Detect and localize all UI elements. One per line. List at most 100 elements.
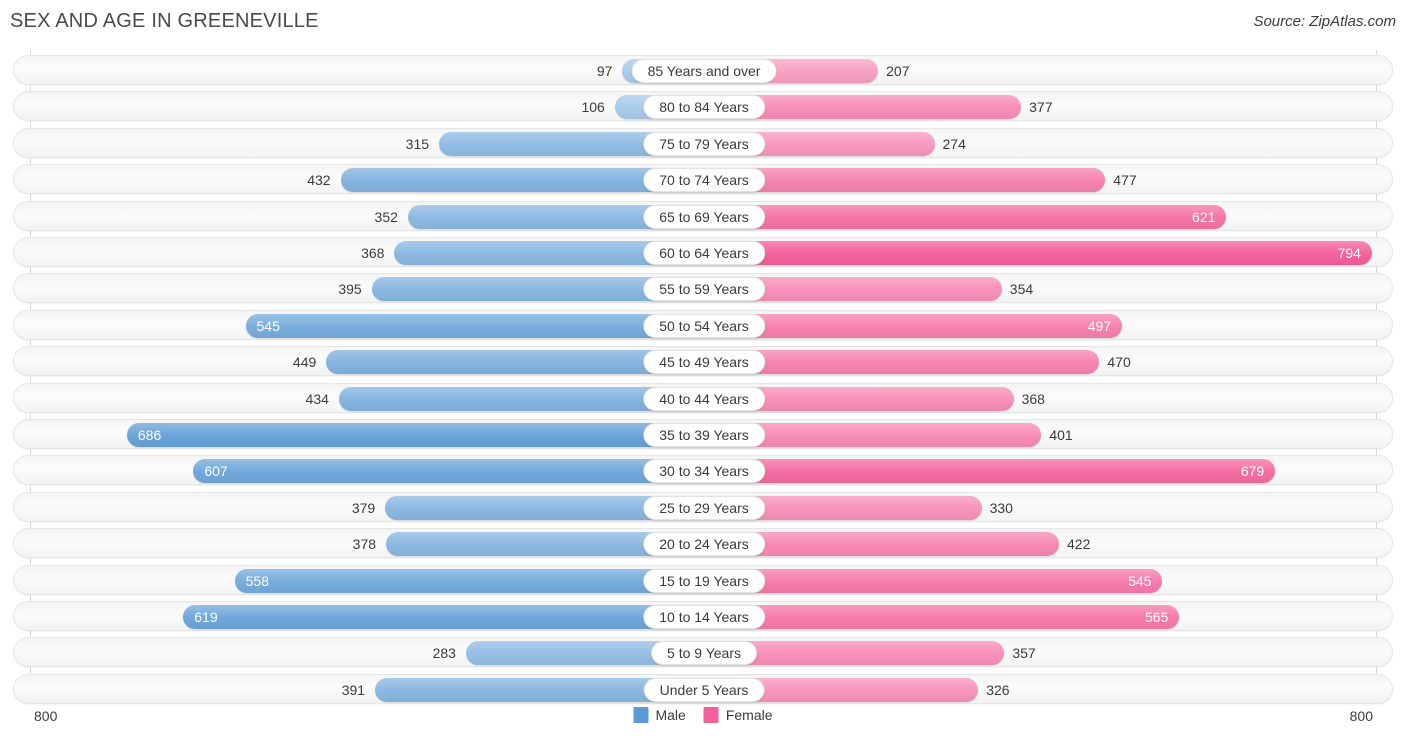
age-group-label: 5 to 9 Years xyxy=(651,641,757,666)
chart-row: 391 326 Under 5 Years xyxy=(13,673,1393,704)
age-group-label: 35 to 39 Years xyxy=(643,423,765,447)
male-value-label: 352 xyxy=(374,208,398,225)
chart-row: 395 354 55 to 59 Years xyxy=(13,273,1393,304)
female-value-label: 274 xyxy=(942,135,966,152)
age-group-label: Under 5 Years xyxy=(643,677,765,702)
female-value-label: 330 xyxy=(989,499,1013,516)
female-value-label: 794 xyxy=(1337,245,1361,261)
male-value-label: 97 xyxy=(596,63,613,79)
row-track: 449 470 45 to 49 Years xyxy=(14,347,1392,375)
age-group-label: 80 to 84 Years xyxy=(643,95,765,120)
male-value-label: 558 xyxy=(245,572,269,589)
female-value-label: 357 xyxy=(1012,645,1036,662)
chart-row: 434 368 40 to 44 Years xyxy=(13,382,1393,413)
female-value-label: 621 xyxy=(1192,208,1216,225)
male-value-label: 686 xyxy=(137,427,162,443)
row-track: 315 274 75 to 79 Years xyxy=(14,129,1392,157)
chart-row: 368 794 60 to 64 Years xyxy=(13,237,1393,267)
female-value-label: 679 xyxy=(1240,463,1265,480)
female-bar[interactable] xyxy=(704,241,1372,265)
age-group-label: 20 to 24 Years xyxy=(643,532,765,557)
chart-row: 379 330 25 to 29 Years xyxy=(13,491,1393,522)
age-group-label: 45 to 49 Years xyxy=(643,350,765,375)
chart-row: 558 545 15 to 19 Years xyxy=(13,564,1393,595)
female-bar[interactable] xyxy=(704,204,1227,229)
male-value-label: 379 xyxy=(351,499,376,516)
age-group-label: 50 to 54 Years xyxy=(643,313,765,338)
female-value-label: 354 xyxy=(1009,281,1034,298)
female-value-label: 326 xyxy=(986,681,1010,698)
male-value-label: 619 xyxy=(194,609,218,625)
age-group-label: 30 to 34 Years xyxy=(643,459,765,484)
chart-row: 106 377 80 to 84 Years xyxy=(13,91,1393,122)
age-group-label: 40 to 44 Years xyxy=(643,386,765,411)
chart-row: 607 679 30 to 34 Years xyxy=(13,455,1393,486)
male-bar[interactable] xyxy=(126,423,704,447)
male-bar[interactable] xyxy=(193,459,704,484)
chart-row: 686 401 35 to 39 Years xyxy=(13,419,1393,449)
male-value-label: 378 xyxy=(352,536,377,553)
chart-row: 97 207 85 Years and over xyxy=(13,55,1393,85)
chart-footer: 800 Male Female 800 xyxy=(0,702,1406,740)
population-pyramid-page: SEX AND AGE IN GREENEVILLE Source: ZipAt… xyxy=(0,0,1406,740)
male-bar[interactable] xyxy=(183,605,704,629)
row-track: 97 207 85 Years and over xyxy=(14,56,1392,84)
legend-item-female[interactable]: Female xyxy=(703,707,773,723)
row-track: 395 354 55 to 59 Years xyxy=(14,274,1392,302)
female-value-label: 377 xyxy=(1029,99,1053,116)
age-group-label: 55 to 59 Years xyxy=(643,277,765,302)
age-group-label: 15 to 19 Years xyxy=(643,568,765,593)
row-track: 545 497 50 to 54 Years xyxy=(14,311,1392,339)
page-title: SEX AND AGE IN GREENEVILLE xyxy=(10,10,319,32)
female-value-label: 422 xyxy=(1067,536,1091,553)
chart-row: 352 621 65 to 69 Years xyxy=(13,200,1393,231)
row-track: 391 326 Under 5 Years xyxy=(14,675,1392,703)
female-bar[interactable] xyxy=(704,459,1276,484)
female-value-label: 565 xyxy=(1144,609,1169,625)
female-color-swatch xyxy=(703,707,719,723)
row-track: 607 679 30 to 34 Years xyxy=(14,456,1392,484)
chart-row: 315 274 75 to 79 Years xyxy=(13,127,1393,158)
row-track: 619 565 10 to 14 Years xyxy=(14,602,1392,630)
row-track: 283 357 5 to 9 Years xyxy=(14,638,1392,666)
axis-max-left: 800 xyxy=(34,708,58,724)
row-track: 686 401 35 to 39 Years xyxy=(14,420,1392,448)
age-group-label: 70 to 74 Years xyxy=(643,168,765,193)
chart-area: 97 207 85 Years and over 106 377 80 to 84 Yea… xyxy=(0,50,1406,704)
male-value-label: 545 xyxy=(256,317,280,334)
female-bar[interactable] xyxy=(704,568,1163,593)
age-group-label: 65 to 69 Years xyxy=(643,204,765,229)
row-track: 378 422 20 to 24 Years xyxy=(14,529,1392,557)
legend-item-male[interactable]: Male xyxy=(633,707,686,723)
chart-row: 449 470 45 to 49 Years xyxy=(13,346,1393,377)
male-value-label: 368 xyxy=(361,245,385,261)
age-group-label: 85 Years and over xyxy=(631,59,777,83)
chart-row: 378 422 20 to 24 Years xyxy=(13,528,1393,559)
female-bar[interactable] xyxy=(704,313,1123,338)
row-track: 352 621 65 to 69 Years xyxy=(14,202,1392,230)
age-group-label: 60 to 64 Years xyxy=(643,241,765,265)
male-value-label: 391 xyxy=(341,681,366,698)
male-value-label: 283 xyxy=(432,645,456,662)
female-bar[interactable] xyxy=(704,605,1180,629)
legend-label-female: Female xyxy=(725,707,773,723)
axis-max-right: 800 xyxy=(1349,708,1373,724)
male-color-swatch xyxy=(633,707,649,723)
chart-legend: Male Female xyxy=(633,707,773,723)
chart-row: 283 357 5 to 9 Years xyxy=(13,637,1393,668)
male-value-label: 607 xyxy=(204,463,228,480)
age-group-label: 25 to 29 Years xyxy=(643,495,765,520)
male-bar[interactable] xyxy=(234,568,704,593)
male-value-label: 449 xyxy=(292,354,317,371)
row-track: 368 794 60 to 64 Years xyxy=(14,238,1392,266)
age-group-label: 10 to 14 Years xyxy=(643,605,765,629)
chart-row: 432 477 70 to 74 Years xyxy=(13,164,1393,195)
row-track: 106 377 80 to 84 Years xyxy=(14,92,1392,120)
row-track: 434 368 40 to 44 Years xyxy=(14,384,1392,412)
male-value-label: 434 xyxy=(305,390,329,407)
age-group-label: 75 to 79 Years xyxy=(643,131,765,156)
male-bar[interactable] xyxy=(245,313,704,338)
female-value-label: 207 xyxy=(886,63,910,79)
male-value-label: 395 xyxy=(338,281,362,298)
female-value-label: 368 xyxy=(1021,390,1045,407)
